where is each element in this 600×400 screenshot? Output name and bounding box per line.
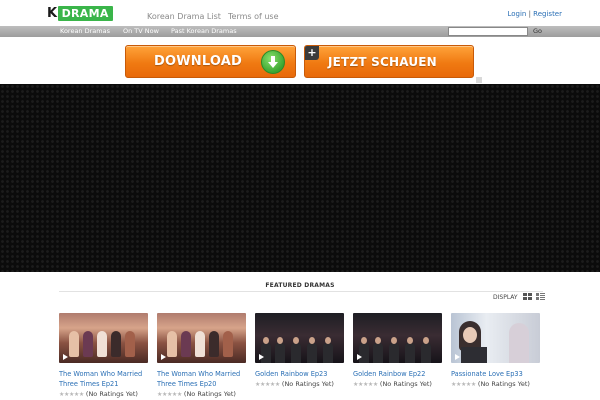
- thumbnail-figure: [421, 343, 431, 363]
- play-icon: [455, 354, 460, 360]
- drama-thumbnail[interactable]: [255, 313, 344, 363]
- thumbnail-figure: [181, 331, 191, 357]
- thumbnail-face: [309, 337, 315, 344]
- search-input[interactable]: [448, 27, 528, 36]
- video-player[interactable]: [0, 84, 600, 272]
- ad-info-icon[interactable]: [476, 77, 482, 83]
- thumbnail-figure: [125, 331, 135, 357]
- logo-drama-box: DRAMA: [57, 6, 113, 21]
- thumbnail-face: [375, 337, 381, 344]
- rating-stars-icon[interactable]: ★★★★★: [59, 391, 84, 398]
- thumbnail-figure: [461, 347, 487, 363]
- thumbnail-figure: [97, 331, 107, 357]
- drama-title-link[interactable]: Passionate Love Ep33: [451, 369, 540, 379]
- play-icon: [357, 354, 362, 360]
- rating-text: (No Ratings Yet): [85, 390, 138, 398]
- thumbnail-figure: [223, 331, 233, 357]
- drama-rating: ★★★★★ (No Ratings Yet): [255, 380, 344, 388]
- rating-text: (No Ratings Yet): [281, 380, 334, 388]
- drama-thumbnail[interactable]: [353, 313, 442, 363]
- thumbnail-face: [277, 337, 283, 344]
- thumbnail-face: [263, 337, 269, 344]
- plus-icon: +: [305, 46, 319, 60]
- auth-links: Login | Register: [507, 10, 562, 18]
- thumbnail-figure: [389, 343, 399, 363]
- thumbnail-face: [391, 337, 397, 344]
- play-icon: [259, 354, 264, 360]
- thumbnail-face: [361, 337, 367, 344]
- logo-k: K: [47, 6, 57, 21]
- drama-thumbnail[interactable]: [157, 313, 246, 363]
- page: K DRAMA Korean Drama List Terms of use L…: [0, 0, 600, 400]
- download-label: DOWNLOAD: [154, 54, 243, 69]
- thumbnail-face: [293, 337, 299, 344]
- thumbnail-figure: [195, 331, 205, 357]
- thumbnail-figure: [323, 343, 333, 363]
- download-ad-button[interactable]: DOWNLOAD: [125, 45, 296, 78]
- grid-view-icon[interactable]: [523, 293, 532, 300]
- thumbnail-figure: [209, 331, 219, 357]
- play-icon: [63, 354, 68, 360]
- drama-title-link[interactable]: Golden Rainbow Ep23: [255, 369, 344, 379]
- nav-past-korean-dramas[interactable]: Past Korean Dramas: [171, 27, 237, 36]
- thumbnail-face: [423, 337, 429, 344]
- thumbnail-figure: [261, 343, 271, 363]
- auth-separator: |: [528, 10, 531, 18]
- thumbnail-figure: [291, 343, 301, 363]
- drama-rating: ★★★★★ (No Ratings Yet): [59, 390, 148, 398]
- play-icon: [161, 354, 166, 360]
- thumbnail-figure: [307, 343, 317, 363]
- rating-text: (No Ratings Yet): [183, 390, 236, 398]
- thumbnail-figure: [405, 343, 415, 363]
- display-label: DISPLAY: [493, 294, 518, 301]
- watch-now-label: JETZT SCHAUEN: [328, 54, 437, 69]
- green-down-arrow-icon: [261, 50, 285, 74]
- drama-rating: ★★★★★ (No Ratings Yet): [157, 390, 246, 398]
- rating-stars-icon[interactable]: ★★★★★: [353, 381, 378, 388]
- thumbnail-face: [325, 337, 331, 344]
- site-logo[interactable]: K DRAMA: [47, 6, 113, 21]
- drama-thumbnail[interactable]: [451, 313, 540, 363]
- drama-title-link[interactable]: Golden Rainbow Ep22: [353, 369, 442, 379]
- featured-divider: [59, 291, 543, 292]
- drama-card[interactable]: Golden Rainbow Ep22 ★★★★★ (No Ratings Ye…: [353, 313, 442, 388]
- rating-stars-icon[interactable]: ★★★★★: [255, 381, 280, 388]
- featured-title: FEATURED DRAMAS: [265, 282, 335, 289]
- register-link[interactable]: Register: [533, 10, 562, 18]
- login-link[interactable]: Login: [507, 10, 526, 18]
- drama-rating: ★★★★★ (No Ratings Yet): [353, 380, 442, 388]
- watch-now-ad-button[interactable]: + JETZT SCHAUEN: [304, 45, 474, 78]
- rating-text: (No Ratings Yet): [379, 380, 432, 388]
- nav-on-tv-now[interactable]: On TV Now: [123, 27, 159, 36]
- drama-title-link[interactable]: The Woman Who Married Three Times Ep21: [59, 369, 148, 389]
- nav-korean-drama-list[interactable]: Korean Drama List: [147, 12, 221, 21]
- nav-terms-of-use[interactable]: Terms of use: [228, 12, 279, 21]
- drama-card[interactable]: The Woman Who Married Three Times Ep21 ★…: [59, 313, 148, 398]
- thumbnail-figure: [111, 331, 121, 357]
- thumbnail-figure: [359, 343, 369, 363]
- drama-card[interactable]: The Woman Who Married Three Times Ep20 ★…: [157, 313, 246, 398]
- thumbnail-figure: [69, 331, 79, 357]
- search-go-button[interactable]: Go: [533, 27, 542, 36]
- rating-stars-icon[interactable]: ★★★★★: [451, 381, 476, 388]
- drama-title-link[interactable]: The Woman Who Married Three Times Ep20: [157, 369, 246, 389]
- thumbnail-figure: [509, 323, 529, 363]
- drama-thumbnail[interactable]: [59, 313, 148, 363]
- thumbnail-figure: [275, 343, 285, 363]
- logo-drama: DRAMA: [61, 7, 109, 20]
- thumbnail-face: [407, 337, 413, 344]
- site-header: K DRAMA Korean Drama List Terms of use L…: [0, 0, 600, 26]
- thumbnail-face: [463, 327, 477, 343]
- drama-rating: ★★★★★ (No Ratings Yet): [451, 380, 540, 388]
- list-view-icon[interactable]: [536, 293, 545, 300]
- category-nav-bar: Korean Dramas On TV Now Past Korean Dram…: [0, 26, 600, 37]
- thumbnail-figure: [167, 331, 177, 357]
- drama-card[interactable]: Passionate Love Ep33 ★★★★★ (No Ratings Y…: [451, 313, 540, 388]
- rating-stars-icon[interactable]: ★★★★★: [157, 391, 182, 398]
- thumbnail-figure: [83, 331, 93, 357]
- drama-card[interactable]: Golden Rainbow Ep23 ★★★★★ (No Ratings Ye…: [255, 313, 344, 388]
- rating-text: (No Ratings Yet): [477, 380, 530, 388]
- thumbnail-figure: [373, 343, 383, 363]
- nav-korean-dramas[interactable]: Korean Dramas: [60, 27, 110, 36]
